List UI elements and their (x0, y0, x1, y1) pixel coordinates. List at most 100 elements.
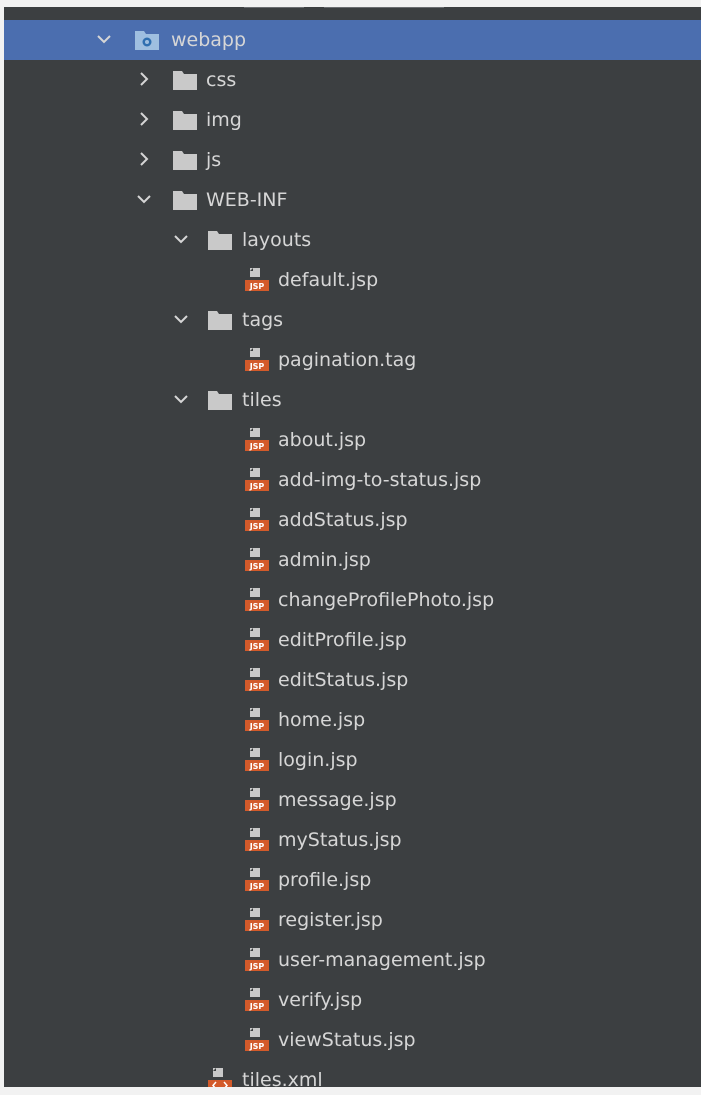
jsp-file-icon: JSP (244, 987, 270, 1013)
svg-text:JSP: JSP (249, 1042, 265, 1051)
chevron-down-icon[interactable] (171, 388, 191, 410)
tree-row-label: webapp (171, 29, 247, 51)
jsp-file-icon: JSP (244, 707, 270, 733)
folder-icon (172, 67, 198, 93)
svg-text:JSP: JSP (249, 922, 265, 931)
jsp-file-icon: JSP (244, 827, 270, 853)
tree-row-label: addStatus.jsp (278, 509, 408, 531)
tree-row-pagination-tag[interactable]: JSP pagination.tag (4, 340, 701, 380)
tree-row-label: WEB-INF (206, 189, 288, 211)
svg-text:JSP: JSP (249, 1002, 265, 1011)
svg-text:JSP: JSP (249, 682, 265, 691)
tree-row-js[interactable]: js (4, 140, 701, 180)
tree-row-editprofile-jsp[interactable]: JSP editProfile.jsp (4, 620, 701, 660)
tree-row-label: register.jsp (278, 909, 383, 931)
jsp-file-icon: JSP (244, 947, 270, 973)
svg-text:JSP: JSP (249, 482, 265, 491)
tree-row-label: home.jsp (278, 709, 366, 731)
tree-row-label: verify.jsp (278, 989, 363, 1011)
tree-row-label: admin.jsp (278, 549, 371, 571)
svg-text:JSP: JSP (249, 642, 265, 651)
jsp-file-icon: JSP (244, 587, 270, 613)
tree-row-mystatus-jsp[interactable]: JSP myStatus.jsp (4, 820, 701, 860)
tree-row-label: tags (242, 309, 284, 331)
folder-icon (207, 307, 233, 333)
xml-file-icon (207, 1067, 233, 1087)
jsp-file-icon: JSP (244, 347, 270, 373)
svg-text:JSP: JSP (249, 722, 265, 731)
chevron-down-icon[interactable] (171, 228, 191, 250)
chevron-right-icon[interactable] (134, 68, 154, 90)
web-folder-icon (134, 27, 160, 53)
tree-row-label: editProfile.jsp (278, 629, 407, 651)
jsp-file-icon: JSP (244, 267, 270, 293)
tree-row-label: tiles.xml (242, 1069, 323, 1087)
jsp-file-icon: JSP (244, 547, 270, 573)
tree-row-label: pagination.tag (278, 349, 417, 371)
tree-row-about-jsp[interactable]: JSP about.jsp (4, 420, 701, 460)
folder-icon (172, 107, 198, 133)
tree-row-editstatus-jsp[interactable]: JSP editStatus.jsp (4, 660, 701, 700)
chevron-right-icon[interactable] (134, 108, 154, 130)
tree-row-addstatus-jsp[interactable]: JSP addStatus.jsp (4, 500, 701, 540)
tree-row-label: login.jsp (278, 749, 358, 771)
chevron-down-icon[interactable] (171, 308, 191, 330)
tree-row-home-jsp[interactable]: JSP home.jsp (4, 700, 701, 740)
chevron-down-icon[interactable] (134, 188, 154, 210)
jsp-file-icon: JSP (244, 867, 270, 893)
tree-row-label: editStatus.jsp (278, 669, 409, 691)
tree-row-admin-jsp[interactable]: JSP admin.jsp (4, 540, 701, 580)
tree-row-profile-jsp[interactable]: JSP profile.jsp (4, 860, 701, 900)
folder-icon (207, 227, 233, 253)
tree-row-tiles[interactable]: tiles (4, 380, 701, 420)
tree-row-label: about.jsp (278, 429, 367, 451)
jsp-file-icon: JSP (244, 427, 270, 453)
tree-row-layouts[interactable]: layouts (4, 220, 701, 260)
tree-row-label: add-img-to-status.jsp (278, 469, 482, 491)
svg-text:JSP: JSP (249, 282, 265, 291)
folder-icon (172, 187, 198, 213)
tree-row-web-inf[interactable]: WEB-INF (4, 180, 701, 220)
jsp-file-icon: JSP (244, 467, 270, 493)
svg-text:JSP: JSP (249, 962, 265, 971)
tree-row-img[interactable]: img (4, 100, 701, 140)
svg-text:JSP: JSP (249, 842, 265, 851)
tree-row-label: js (206, 149, 222, 171)
tree-row-user-management-jsp[interactable]: JSP user-management.jsp (4, 940, 701, 980)
tree-row-label: myStatus.jsp (278, 829, 402, 851)
folder-icon (207, 387, 233, 413)
tree-row-tiles-xml[interactable]: tiles.xml (4, 1060, 701, 1087)
tree-row-label: layouts (242, 229, 312, 251)
tree-row-label: user-management.jsp (278, 949, 486, 971)
jsp-file-icon: JSP (244, 907, 270, 933)
tree-row-webapp[interactable]: webapp (4, 20, 701, 60)
tree-row-label: viewStatus.jsp (278, 1029, 416, 1051)
chevron-right-icon[interactable] (134, 148, 154, 170)
tree-row-default-jsp[interactable]: JSP default.jsp (4, 260, 701, 300)
tree-row-verify-jsp[interactable]: JSP verify.jsp (4, 980, 701, 1020)
tree-row-login-jsp[interactable]: JSP login.jsp (4, 740, 701, 780)
tree-row-css[interactable]: css (4, 60, 701, 100)
tree-row-viewstatus-jsp[interactable]: JSP viewStatus.jsp (4, 1020, 701, 1060)
folder-icon (172, 147, 198, 173)
tree-row-register-jsp[interactable]: JSP register.jsp (4, 900, 701, 940)
jsp-file-icon: JSP (244, 787, 270, 813)
tree-row-label: changeProfilePhoto.jsp (278, 589, 495, 611)
tree-row-label: css (206, 69, 237, 91)
jsp-file-icon: JSP (244, 667, 270, 693)
tree-row-changeprofilephoto-jsp[interactable]: JSP changeProfilePhoto.jsp (4, 580, 701, 620)
tree-row-label: img (206, 109, 242, 131)
svg-text:JSP: JSP (249, 442, 265, 451)
svg-text:JSP: JSP (249, 562, 265, 571)
partial-row-above (174, 7, 494, 17)
tree-row-add-img-to-status-jsp[interactable]: JSP add-img-to-status.jsp (4, 460, 701, 500)
tree-row-label: default.jsp (278, 269, 379, 291)
tree-row-label: tiles (242, 389, 282, 411)
svg-text:JSP: JSP (249, 882, 265, 891)
tree-row-tags[interactable]: tags (4, 300, 701, 340)
tree-row-message-jsp[interactable]: JSP message.jsp (4, 780, 701, 820)
jsp-file-icon: JSP (244, 747, 270, 773)
chevron-down-icon[interactable] (94, 28, 114, 50)
svg-text:JSP: JSP (249, 362, 265, 371)
tree-row-label: profile.jsp (278, 869, 372, 891)
